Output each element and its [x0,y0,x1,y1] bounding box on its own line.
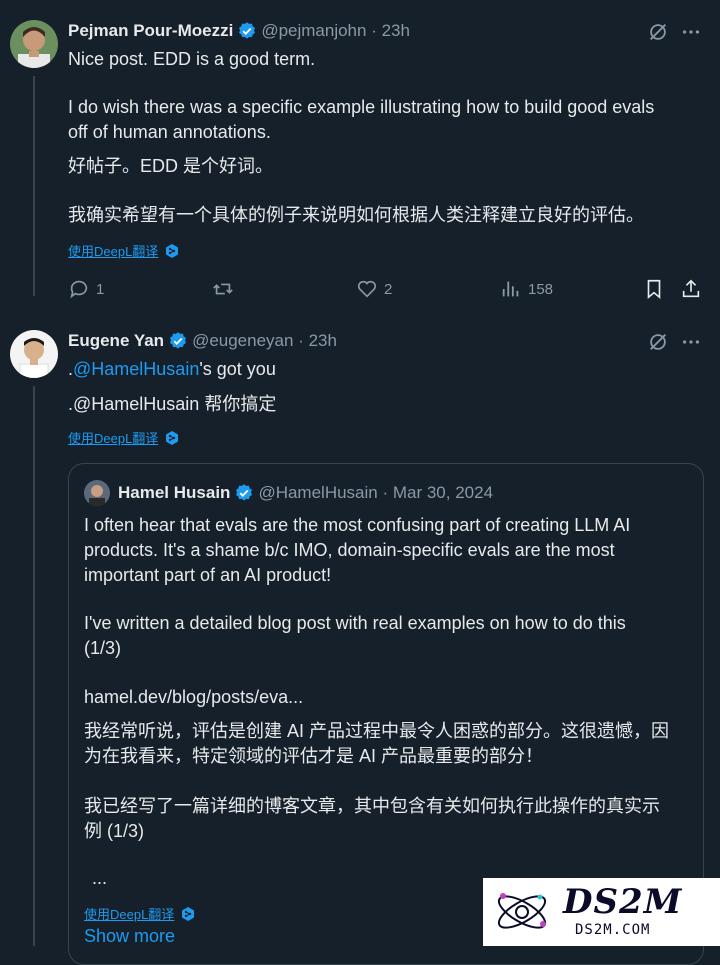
quote-text-line: products. It's a shame b/c IMO, domain-s… [84,540,615,560]
mention-link[interactable]: @HamelHusain [73,359,199,379]
bookmark-button[interactable] [643,278,665,300]
quote-text-line: (1/3) [84,638,122,658]
reply-icon [70,280,88,299]
more-horizontal-icon[interactable] [680,21,702,43]
quote-translation-line: 例 (1/3) [84,821,145,841]
slash-circle-icon[interactable] [647,21,669,43]
quote-text-line: I often hear that evals are the most con… [84,515,631,535]
author-handle-time[interactable]: @eugeneyan · 23h [192,331,337,351]
atom-logo-icon [497,893,547,929]
translate-label: 使用DeepL翻译 [68,244,159,259]
translation-line: 我确实希望有一个具体的例子来说明如何根据人类注释建立良好的评估。 [68,205,644,225]
avatar[interactable] [10,20,58,68]
quote-translation-line: 为在我看来，特定领域的评估才是 AI 产品最重要的部分！ [84,746,544,766]
quote-author-name: Hamel Husain [118,483,231,502]
tweet-text-line: off of human annotations. [68,122,271,142]
verified-badge-icon [170,332,187,349]
text-suffix: 's got you [199,359,276,379]
views-button[interactable]: 158 [500,278,553,300]
quote-translation-line: 我经常听说，评估是创建 AI 产品过程中最令人困惑的部分。这很遗憾，因 [84,721,670,741]
share-icon [682,279,700,298]
tweet-text-line: Nice post. EDD is a good term. [68,49,316,69]
quote-header: Hamel Husain @HamelHusain · Mar 30, 2024 [118,483,493,503]
retweet-icon [213,283,233,295]
translation-line: .@HamelHusain 帮你搞定 [68,394,277,414]
thread-line [33,386,35,946]
heart-icon [357,280,377,298]
verified-badge-icon [239,22,256,39]
like-button[interactable]: 2 [356,278,392,300]
deepl-icon [166,243,179,258]
verified-badge-icon [236,484,253,501]
author-handle-time[interactable]: @pejmanjohn · 23h [261,21,410,41]
bookmark-icon [647,279,661,300]
deepl-translate-link[interactable]: 使用DeepL翻译 [68,428,180,447]
bar-chart-icon [502,281,519,297]
deepl-translate-link[interactable]: 使用DeepL翻译 [84,904,196,923]
quote-translation-line: 我已经写了一篇详细的博客文章，其中包含有关如何执行此操作的真实示 [84,796,660,816]
translate-label: 使用DeepL翻译 [68,431,159,446]
watermark-title: DS2M [563,882,683,922]
deepl-icon [166,430,179,445]
thread-line [33,76,35,296]
quote-handle-time: @HamelHusain · Mar 30, 2024 [258,483,494,502]
watermark-logo: DS2M DS2M.COM [483,878,720,946]
translation-line: 好帖子。EDD 是个好词。 [68,156,274,176]
view-count: 158 [528,280,554,298]
author-name[interactable]: Eugene Yan [68,331,164,351]
reply-count: 1 [96,280,105,298]
like-count: 2 [384,280,393,298]
reply-button[interactable]: 1 [68,278,104,300]
deepl-icon [182,906,195,921]
author-name[interactable]: Pejman Pour-Moezzi [68,21,233,41]
translate-label: 使用DeepL翻译 [84,907,175,922]
watermark-subtitle: DS2M.COM [575,922,651,938]
tweet-header: Pejman Pour-Moezzi @pejmanjohn · 23h [68,21,410,41]
tweet-text-line: I do wish there was a specific example i… [68,97,655,117]
quote-text-line: I've written a detailed blog post with r… [84,613,626,633]
quote-ellipsis: ... [92,868,108,888]
avatar [84,480,110,506]
share-button[interactable] [680,278,702,300]
slash-circle-icon[interactable] [647,331,669,353]
retweet-button[interactable] [212,278,240,300]
tweet-text: .@HamelHusain's got you [68,357,276,381]
avatar[interactable] [10,330,58,378]
tweet-header: Eugene Yan @eugeneyan · 23h [68,331,337,351]
quote-link-text: hamel.dev/blog/posts/eva... [84,687,304,707]
more-horizontal-icon[interactable] [680,331,702,353]
deepl-translate-link[interactable]: 使用DeepL翻译 [68,241,180,260]
quote-text-line: important part of an AI product! [84,565,332,585]
show-more-link[interactable]: Show more [84,926,175,947]
